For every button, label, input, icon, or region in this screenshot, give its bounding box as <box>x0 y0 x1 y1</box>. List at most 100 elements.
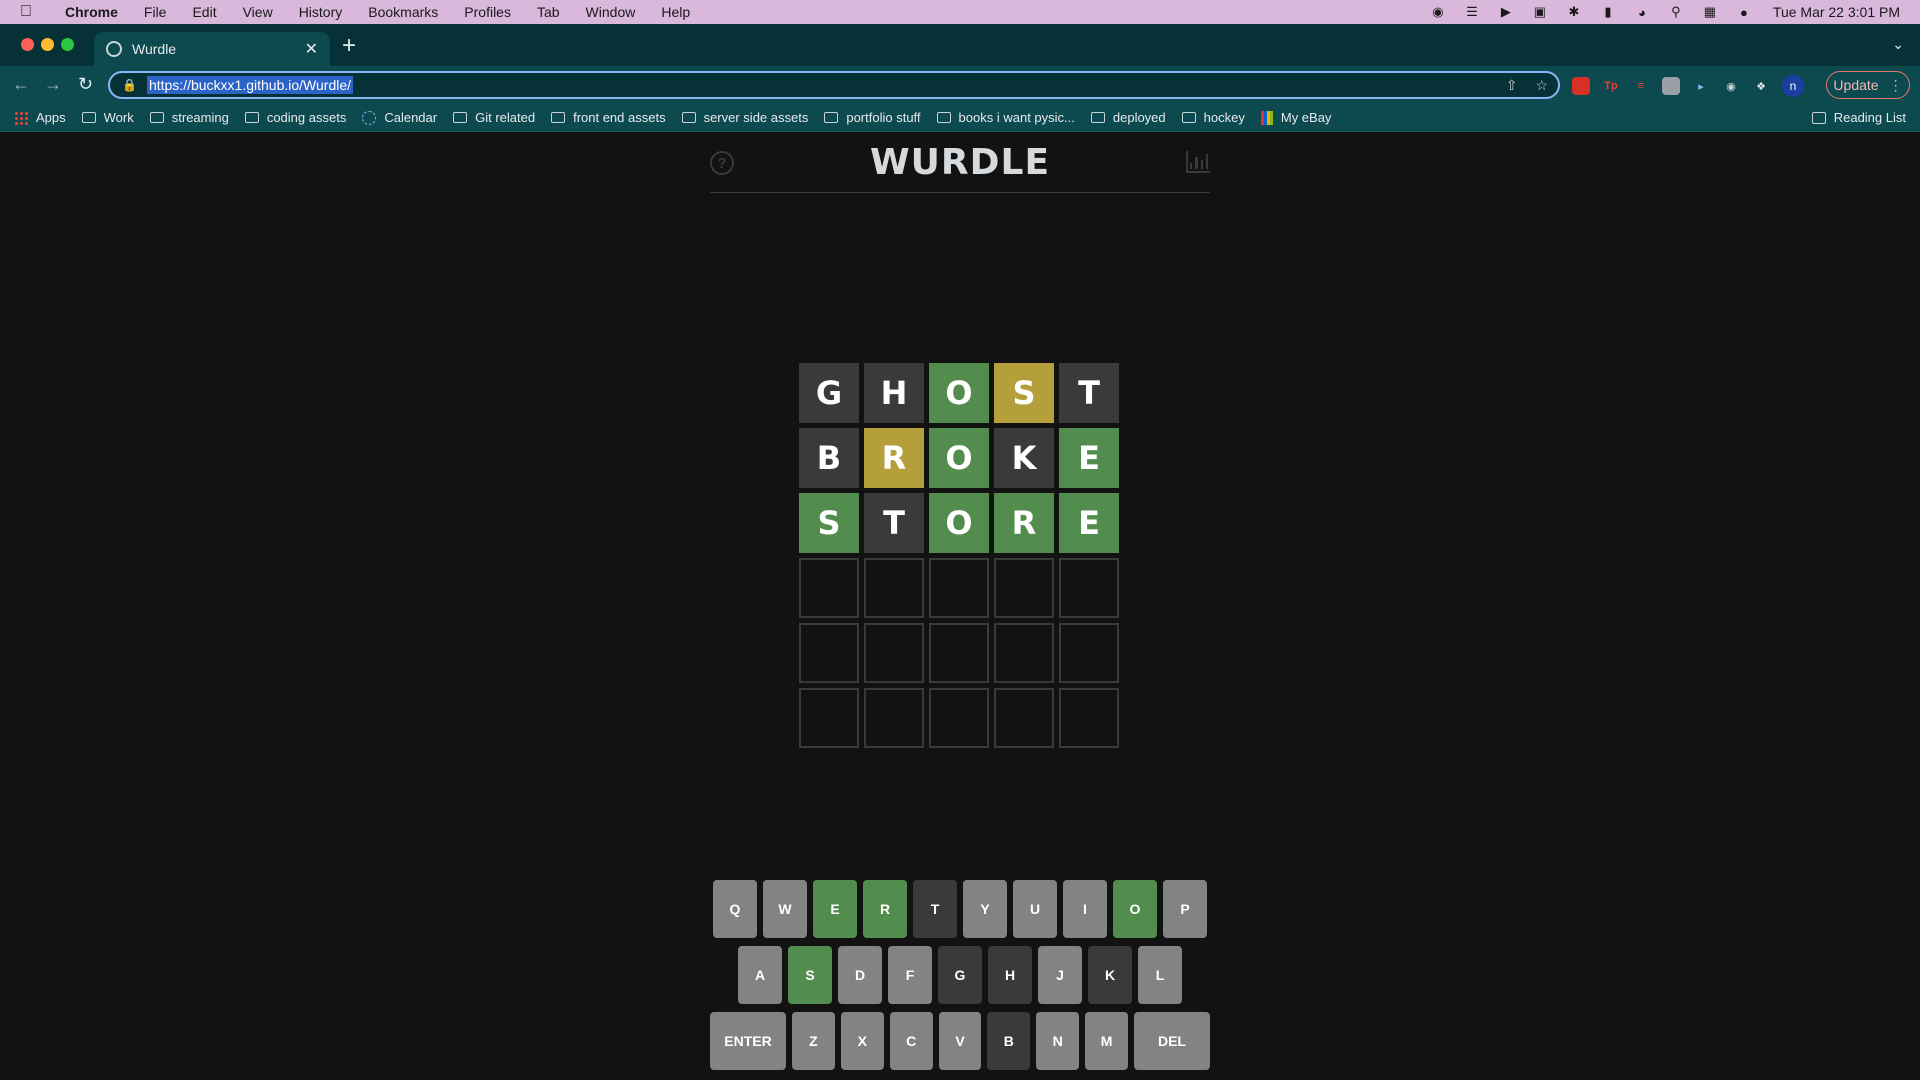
menu-profiles[interactable]: Profiles <box>451 4 524 20</box>
key-c[interactable]: C <box>889 1012 933 1070</box>
extension-badge-icon[interactable]: ▸ <box>1692 77 1710 95</box>
menubar-clock[interactable]: Tue Mar 22 3:01 PM <box>1773 4 1900 20</box>
menu-app-name[interactable]: Chrome <box>52 4 131 20</box>
stats-chart-icon[interactable] <box>1186 151 1210 173</box>
bookmark-work[interactable]: Work <box>81 110 134 125</box>
lock-icon[interactable]: 🔒 <box>122 78 137 92</box>
close-tab-icon[interactable]: ✕ <box>305 39 318 59</box>
key-q[interactable]: Q <box>713 880 757 938</box>
board-tile: K <box>994 428 1054 488</box>
tab-wurdle[interactable]: Wurdle ✕ <box>94 32 330 66</box>
board-tile: O <box>929 493 989 553</box>
menu-edit[interactable]: Edit <box>179 4 229 20</box>
bookmark-front-end-assets[interactable]: front end assets <box>551 110 666 125</box>
puzzle-extensions-icon[interactable]: ❖ <box>1752 77 1770 95</box>
key-r[interactable]: R <box>863 880 907 938</box>
menu-bookmarks[interactable]: Bookmarks <box>355 4 451 20</box>
menu-tab[interactable]: Tab <box>524 4 573 20</box>
bookmark-my-ebay[interactable]: My eBay <box>1260 110 1331 125</box>
extension-red-icon[interactable] <box>1572 77 1590 95</box>
bookmark-portfolio-stuff[interactable]: portfolio stuff <box>824 110 921 125</box>
bookmark-apps[interactable]: Apps <box>14 110 66 125</box>
display-status-icon[interactable]: ▣ <box>1531 4 1549 19</box>
key-enter[interactable]: ENTER <box>710 1012 786 1070</box>
extension-gray-icon[interactable] <box>1662 77 1680 95</box>
key-h[interactable]: H <box>988 946 1032 1004</box>
apple-menu-icon[interactable]:  <box>0 3 52 21</box>
folder-icon <box>824 112 839 123</box>
key-u[interactable]: U <box>1013 880 1057 938</box>
url-text[interactable]: https://buckxx1.github.io/Wurdle/ <box>146 76 354 94</box>
key-p[interactable]: P <box>1163 880 1207 938</box>
close-window-button[interactable] <box>21 38 34 51</box>
share-icon[interactable]: ⇧ <box>1506 77 1518 94</box>
menu-view[interactable]: View <box>230 4 286 20</box>
key-e[interactable]: E <box>813 880 857 938</box>
key-f[interactable]: F <box>888 946 932 1004</box>
forward-arrow-icon[interactable]: → <box>44 74 62 95</box>
key-z[interactable]: Z <box>791 1012 835 1070</box>
siri-icon[interactable]: ● <box>1735 5 1753 20</box>
menu-window[interactable]: Window <box>573 4 649 20</box>
key-x[interactable]: X <box>840 1012 884 1070</box>
spotlight-search-icon[interactable]: ⚲ <box>1667 4 1685 19</box>
key-l[interactable]: L <box>1138 946 1182 1004</box>
bookmark-coding-assets[interactable]: coding assets <box>244 110 346 125</box>
back-arrow-icon[interactable]: ← <box>12 74 30 95</box>
extension-tp-icon[interactable]: Tp <box>1602 77 1620 95</box>
more-menu-icon[interactable]: ⋮ <box>1889 77 1903 94</box>
reading-list-button[interactable]: Reading List <box>1811 110 1906 125</box>
bookmark-hockey[interactable]: hockey <box>1181 110 1245 125</box>
bookmark-star-icon[interactable]: ☆ <box>1535 77 1548 94</box>
update-button[interactable]: Update ⋮ <box>1826 71 1910 99</box>
profile-avatar[interactable]: n <box>1782 75 1804 97</box>
bookmark-calendar[interactable]: Calendar <box>362 110 437 125</box>
bookmark-label: Calendar <box>384 110 438 125</box>
key-del[interactable]: DEL <box>1134 1012 1210 1070</box>
key-o[interactable]: O <box>1113 880 1157 938</box>
key-m[interactable]: M <box>1085 1012 1128 1070</box>
key-k[interactable]: K <box>1088 946 1132 1004</box>
control-center-icon[interactable]: ▦ <box>1701 4 1719 19</box>
minimize-window-button[interactable] <box>41 38 54 51</box>
menu-history[interactable]: History <box>286 4 356 20</box>
stack-status-icon[interactable]: ☰ <box>1463 4 1481 19</box>
key-j[interactable]: J <box>1038 946 1082 1004</box>
key-t[interactable]: T <box>913 880 957 938</box>
board-tile <box>864 558 924 618</box>
menu-help[interactable]: Help <box>648 4 703 20</box>
key-v[interactable]: V <box>938 1012 982 1070</box>
key-i[interactable]: I <box>1063 880 1107 938</box>
ebay-icon <box>1260 110 1273 125</box>
play-status-icon[interactable]: ▶ <box>1497 4 1515 19</box>
key-w[interactable]: W <box>763 880 807 938</box>
wordpress-status-icon[interactable]: ◉ <box>1429 4 1447 19</box>
new-tab-button[interactable]: + <box>342 34 356 58</box>
bookmark-books[interactable]: books i want pysic... <box>936 110 1075 125</box>
camera-extension-icon[interactable]: ◉ <box>1722 77 1740 95</box>
menu-file[interactable]: File <box>131 4 180 20</box>
key-d[interactable]: D <box>838 946 882 1004</box>
bookmark-label: portfolio stuff <box>846 110 921 125</box>
fullscreen-window-button[interactable] <box>61 38 74 51</box>
bookmark-git-related[interactable]: Git related <box>453 110 535 125</box>
key-s[interactable]: S <box>788 946 832 1004</box>
key-a[interactable]: A <box>738 946 782 1004</box>
address-bar[interactable]: 🔒 https://buckxx1.github.io/Wurdle/ ⇧ ☆ <box>108 71 1560 99</box>
tab-search-chevron-icon[interactable]: ⌄ <box>1892 36 1904 53</box>
folder-icon <box>453 112 468 123</box>
bookmark-server-side-assets[interactable]: server side assets <box>681 110 808 125</box>
wifi-icon[interactable]: ◕ <box>1633 5 1651 20</box>
help-icon[interactable]: ? <box>710 151 734 175</box>
key-g[interactable]: G <box>938 946 982 1004</box>
battery-icon[interactable]: ▮ <box>1599 4 1617 19</box>
bookmark-deployed[interactable]: deployed <box>1090 110 1166 125</box>
board-tile <box>799 688 859 748</box>
bookmark-streaming[interactable]: streaming <box>149 110 229 125</box>
extension-stack-icon[interactable]: ≡ <box>1632 77 1650 95</box>
key-b[interactable]: B <box>987 1012 1031 1070</box>
reload-icon[interactable]: ↻ <box>78 74 93 95</box>
key-n[interactable]: N <box>1036 1012 1080 1070</box>
key-y[interactable]: Y <box>963 880 1007 938</box>
bluetooth-icon[interactable]: ✱ <box>1565 4 1583 19</box>
